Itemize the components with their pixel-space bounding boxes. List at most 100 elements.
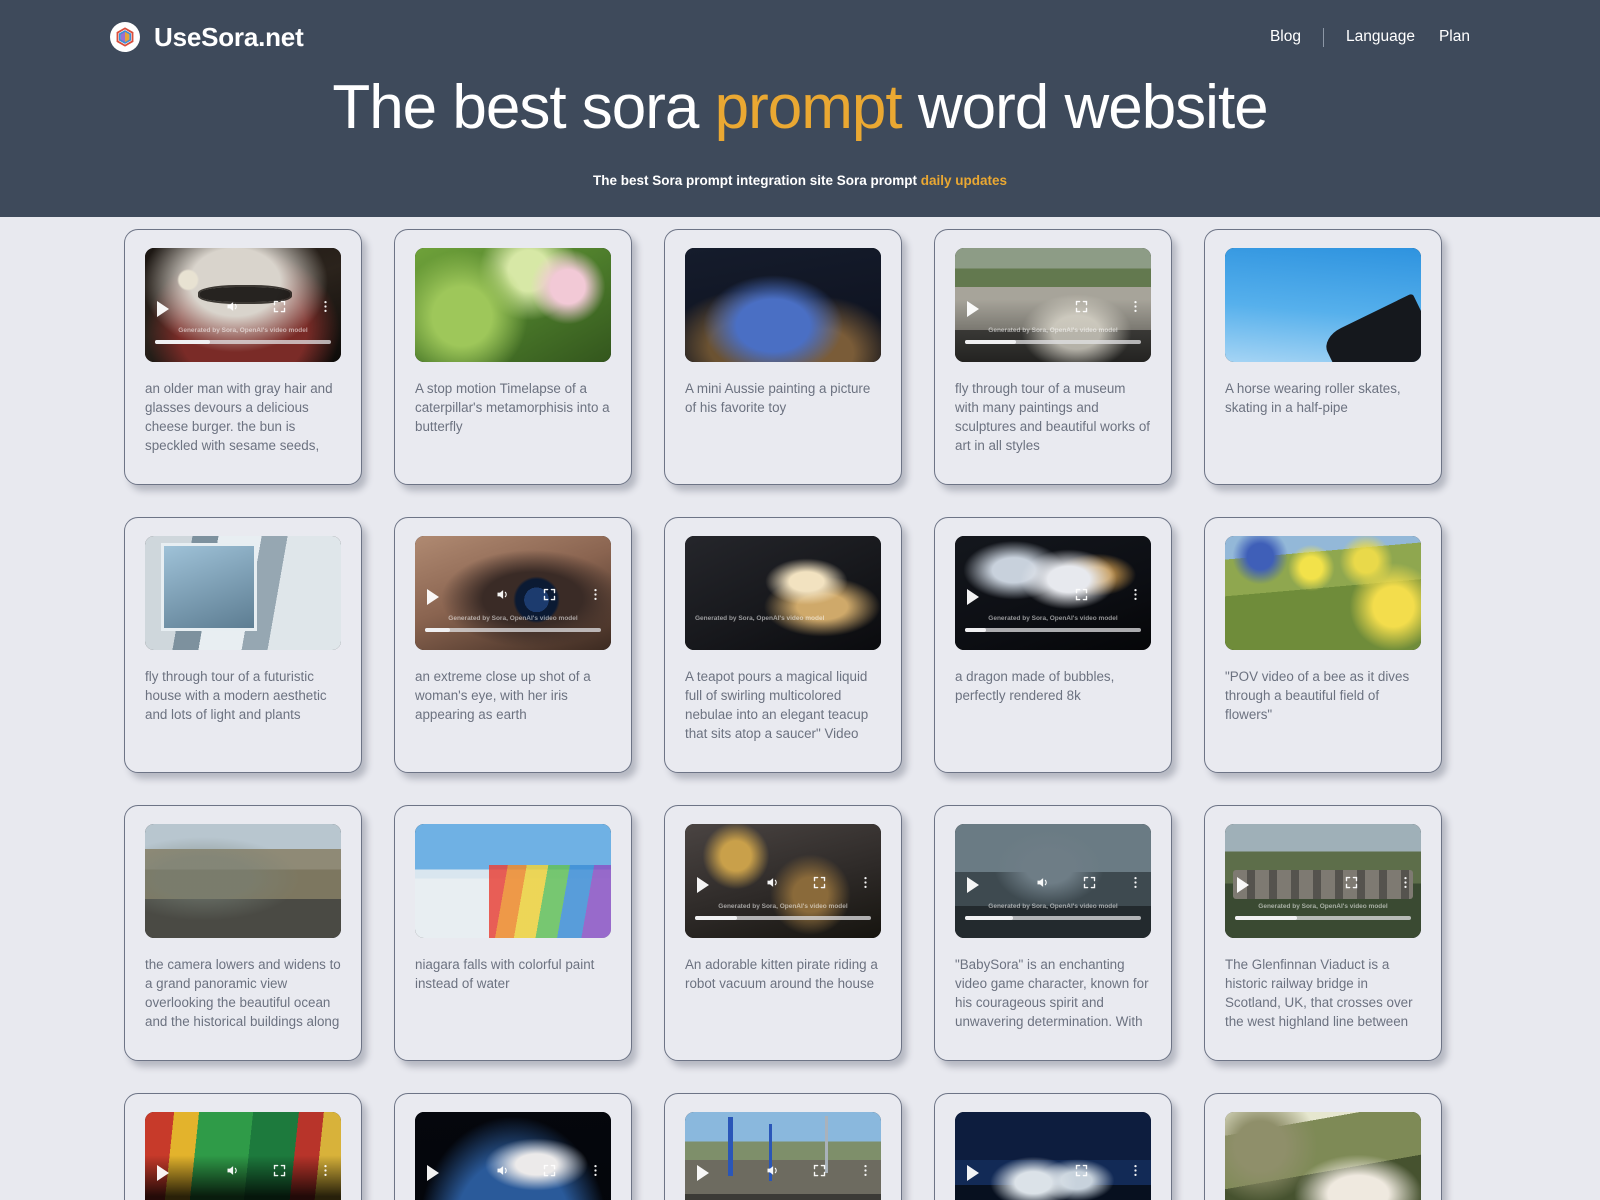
more-options-icon[interactable] <box>318 1163 333 1183</box>
volume-icon[interactable] <box>495 587 510 607</box>
fullscreen-icon[interactable] <box>812 1163 827 1183</box>
volume-icon[interactable] <box>225 1163 240 1183</box>
fullscreen-icon[interactable] <box>272 1163 287 1183</box>
prompt-card[interactable]: A horse wearing roller skates, skating i… <box>1204 229 1442 485</box>
fullscreen-icon[interactable] <box>1074 587 1089 607</box>
brand[interactable]: UseSora.net <box>110 22 304 53</box>
hero: The best sora prompt word website The be… <box>0 72 1600 188</box>
video-thumbnail[interactable] <box>145 536 341 650</box>
video-progress-bar[interactable] <box>965 916 1141 920</box>
thumbnail-image <box>955 1112 1151 1200</box>
more-options-icon[interactable] <box>1128 299 1143 319</box>
play-icon[interactable] <box>697 1165 709 1181</box>
prompt-card[interactable]: Generated by Sora, OpenAI's video model A… <box>664 805 902 1061</box>
prompt-card[interactable]: Generated by Sora, OpenAI's video model a… <box>934 517 1172 773</box>
video-thumbnail[interactable]: Generated by Sora, OpenAI's video model <box>955 536 1151 650</box>
play-icon[interactable] <box>427 589 439 605</box>
video-thumbnail[interactable]: Generated by Sora, OpenAI's video model <box>1225 824 1421 938</box>
fullscreen-icon[interactable] <box>542 587 557 607</box>
prompt-card[interactable]: Generated by Sora, OpenAI's video model "… <box>934 805 1172 1061</box>
fullscreen-icon[interactable] <box>1074 1163 1089 1183</box>
video-thumbnail[interactable] <box>955 1112 1151 1200</box>
video-thumbnail[interactable] <box>1225 248 1421 362</box>
more-options-icon[interactable] <box>858 875 873 895</box>
prompt-card[interactable]: the camera lowers and widens to a grand … <box>124 805 362 1061</box>
video-thumbnail[interactable] <box>685 1112 881 1200</box>
video-thumbnail[interactable]: Generated by Sora, OpenAI's video model <box>685 536 881 650</box>
prompt-card[interactable] <box>124 1093 362 1200</box>
play-icon[interactable] <box>427 1165 439 1181</box>
prompt-card[interactable]: Generated by Sora, OpenAI's video model A… <box>664 517 902 773</box>
video-progress-bar[interactable] <box>425 628 601 632</box>
fullscreen-icon[interactable] <box>272 299 287 319</box>
play-icon[interactable] <box>967 301 979 317</box>
video-controls <box>1225 874 1421 896</box>
video-thumbnail[interactable]: Generated by Sora, OpenAI's video model <box>955 824 1151 938</box>
prompt-card[interactable] <box>394 1093 632 1200</box>
video-progress-bar[interactable] <box>1235 916 1411 920</box>
page-subtitle-accent[interactable]: daily updates <box>921 173 1007 188</box>
more-options-icon[interactable] <box>1128 1163 1143 1183</box>
nav-link-plan[interactable]: Plan <box>1427 28 1482 46</box>
video-thumbnail[interactable]: Generated by Sora, OpenAI's video model <box>685 824 881 938</box>
thumbnail-image <box>1225 248 1421 362</box>
video-progress-bar[interactable] <box>965 628 1141 632</box>
video-thumbnail[interactable] <box>415 248 611 362</box>
prompt-card[interactable]: "POV video of a bee as it dives through … <box>1204 517 1442 773</box>
prompt-card[interactable]: niagara falls with colorful paint instea… <box>394 805 632 1061</box>
video-thumbnail[interactable] <box>1225 536 1421 650</box>
prompt-card[interactable]: Generated by Sora, OpenAI's video model a… <box>394 517 632 773</box>
prompt-card[interactable]: A mini Aussie painting a picture of his … <box>664 229 902 485</box>
more-options-icon[interactable] <box>588 587 603 607</box>
fullscreen-icon[interactable] <box>1074 299 1089 319</box>
more-options-icon[interactable] <box>318 299 333 319</box>
video-thumbnail[interactable] <box>145 1112 341 1200</box>
video-thumbnail[interactable] <box>415 824 611 938</box>
video-thumbnail[interactable]: Generated by Sora, OpenAI's video model <box>145 248 341 362</box>
volume-icon[interactable] <box>765 875 780 895</box>
video-controls <box>415 586 611 608</box>
nav-link-language[interactable]: Language <box>1334 28 1427 46</box>
more-options-icon[interactable] <box>1398 875 1413 895</box>
volume-icon[interactable] <box>495 1163 510 1183</box>
fullscreen-icon[interactable] <box>1344 875 1359 895</box>
prompt-card[interactable]: Generated by Sora, OpenAI's video model f… <box>934 229 1172 485</box>
more-options-icon[interactable] <box>1128 875 1143 895</box>
volume-icon[interactable] <box>765 1163 780 1183</box>
video-progress-bar[interactable] <box>695 916 871 920</box>
play-icon[interactable] <box>697 877 709 893</box>
volume-icon[interactable] <box>225 299 240 319</box>
fullscreen-icon[interactable] <box>1082 875 1097 895</box>
prompt-card[interactable]: A stop motion Timelapse of a caterpillar… <box>394 229 632 485</box>
video-thumbnail[interactable]: Generated by Sora, OpenAI's video model <box>955 248 1151 362</box>
more-options-icon[interactable] <box>858 1163 873 1183</box>
fullscreen-icon[interactable] <box>812 875 827 895</box>
site-header: UseSora.net Blog Language Plan The best … <box>0 0 1600 217</box>
play-icon[interactable] <box>967 1165 979 1181</box>
more-options-icon[interactable] <box>588 1163 603 1183</box>
fullscreen-icon[interactable] <box>542 1163 557 1183</box>
play-icon[interactable] <box>967 877 979 893</box>
video-thumbnail[interactable] <box>415 1112 611 1200</box>
video-thumbnail[interactable]: Generated by Sora, OpenAI's video model <box>415 536 611 650</box>
prompt-card[interactable] <box>1204 1093 1442 1200</box>
video-thumbnail[interactable] <box>685 248 881 362</box>
prompt-card[interactable]: Generated by Sora, OpenAI's video model a… <box>124 229 362 485</box>
prompt-caption: niagara falls with colorful paint instea… <box>415 957 595 992</box>
nav-link-blog[interactable]: Blog <box>1258 28 1313 46</box>
video-thumbnail[interactable] <box>1225 1112 1421 1200</box>
play-icon[interactable] <box>157 1165 169 1181</box>
video-progress-bar[interactable] <box>155 340 331 344</box>
play-icon[interactable] <box>157 301 169 317</box>
prompt-card[interactable] <box>934 1093 1172 1200</box>
volume-icon[interactable] <box>1035 875 1050 895</box>
play-icon[interactable] <box>1237 877 1249 893</box>
more-options-icon[interactable] <box>1128 587 1143 607</box>
prompt-card[interactable]: Generated by Sora, OpenAI's video model T… <box>1204 805 1442 1061</box>
prompt-card[interactable]: fly through tour of a futuristic house w… <box>124 517 362 773</box>
video-thumbnail[interactable] <box>145 824 341 938</box>
video-progress-bar[interactable] <box>965 340 1141 344</box>
play-icon[interactable] <box>967 589 979 605</box>
prompt-card[interactable] <box>664 1093 902 1200</box>
video-controls <box>955 298 1151 320</box>
